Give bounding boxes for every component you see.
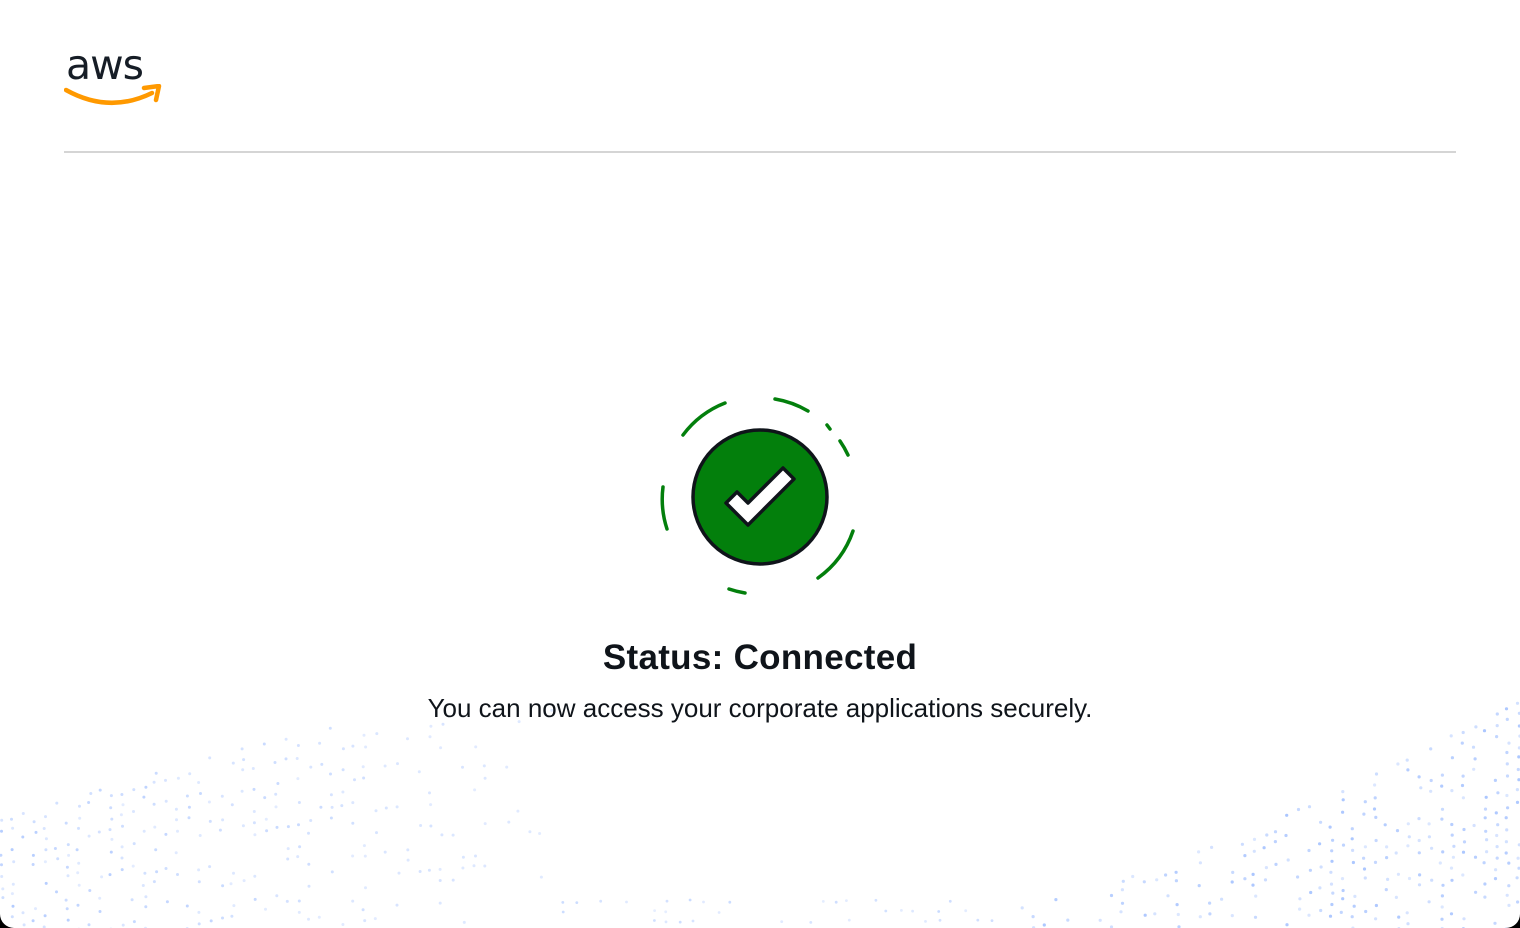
aws-smile-icon [64, 84, 162, 105]
aws-logo-icon: aws [64, 40, 164, 112]
vpn-client-window: aws Status: Connected You can now access… [0, 0, 1520, 928]
status-ring-arc [681, 401, 727, 437]
status-ring-arc [838, 439, 850, 457]
status-title: Status: Connected [602, 638, 918, 677]
aws-logo-text: aws [66, 41, 144, 89]
header: aws [64, 40, 1456, 153]
status-ring-arc [825, 423, 832, 431]
status-ring-arc [816, 529, 855, 580]
status-message: You can now access your corporate applic… [427, 693, 1093, 723]
status-ring-arc [660, 485, 669, 531]
status-ring-arc [727, 587, 747, 595]
status-ring-arc [773, 397, 810, 413]
check-circle-icon [660, 397, 855, 595]
